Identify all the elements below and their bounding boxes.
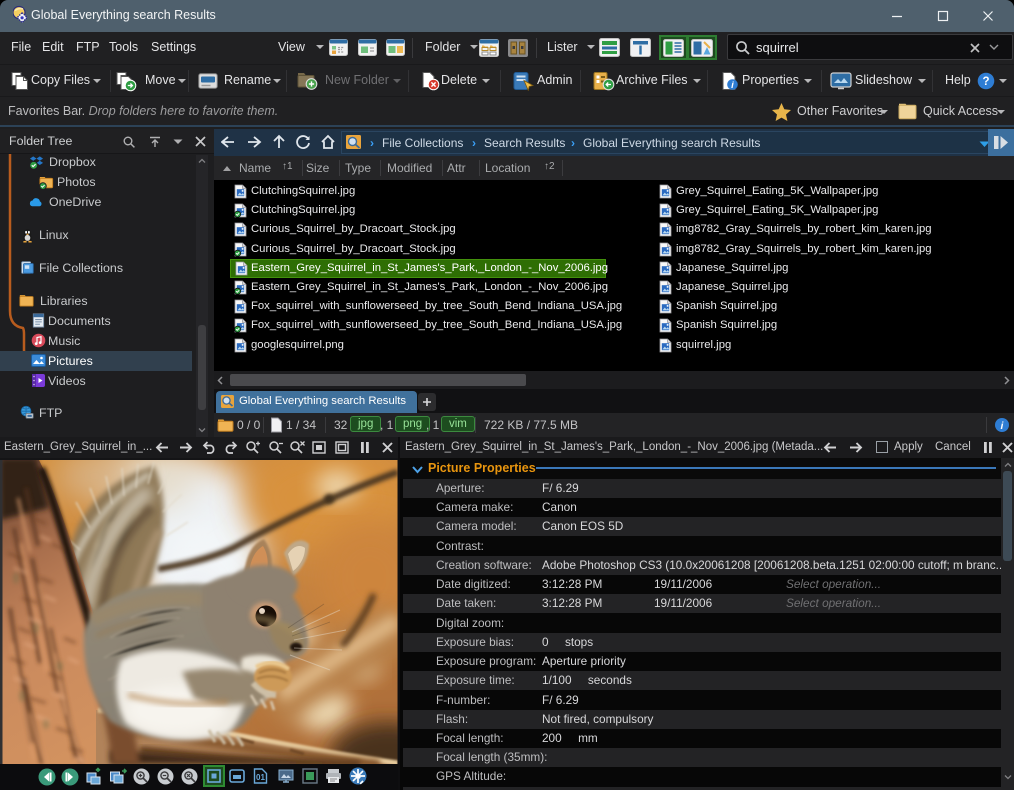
svg-text:?: ? [982, 76, 989, 88]
svg-text:i: i [731, 80, 734, 91]
svg-text:01: 01 [256, 773, 265, 782]
